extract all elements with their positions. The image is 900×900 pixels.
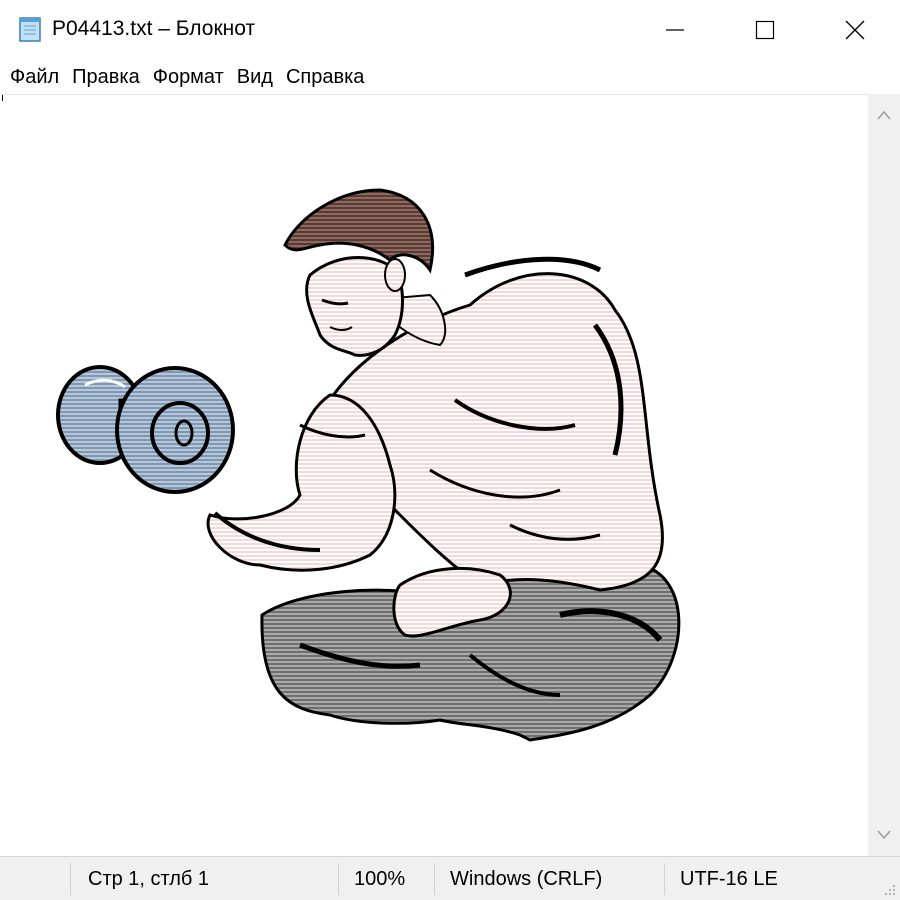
status-encoding: UTF-16 LE bbox=[680, 868, 778, 890]
close-icon bbox=[845, 20, 865, 40]
maximize-icon bbox=[755, 20, 775, 40]
flexed-arm bbox=[206, 393, 397, 572]
menu-format[interactable]: Формат bbox=[147, 62, 230, 92]
window-title: P04413.txt – Блокнот bbox=[52, 17, 256, 40]
chevron-down-icon bbox=[877, 830, 891, 840]
status-bar: Стр 1, стлб 1 100% Windows (CRLF) UTF-16… bbox=[0, 856, 900, 900]
status-cursor-position: Стр 1, стлб 1 bbox=[88, 868, 210, 890]
minimize-button[interactable] bbox=[630, 0, 720, 60]
menu-file[interactable]: Файл bbox=[4, 62, 65, 92]
resize-grip-icon[interactable] bbox=[882, 882, 896, 896]
minimize-icon bbox=[666, 29, 684, 31]
close-button[interactable] bbox=[810, 0, 900, 60]
status-line-endings: Windows (CRLF) bbox=[450, 868, 603, 890]
menu-view[interactable]: Вид bbox=[231, 62, 279, 92]
chevron-up-icon bbox=[877, 110, 891, 120]
dumbbell-shape bbox=[56, 365, 235, 494]
bodybuilder-illustration bbox=[56, 188, 681, 742]
title-bar: P04413.txt – Блокнот bbox=[0, 0, 900, 60]
vertical-scrollbar[interactable] bbox=[868, 94, 900, 856]
scroll-up-button[interactable] bbox=[868, 100, 900, 130]
menu-help[interactable]: Справка bbox=[280, 62, 370, 92]
text-editor-area[interactable] bbox=[0, 94, 868, 856]
menu-bar: Файл Правка Формат Вид Справка bbox=[0, 60, 900, 94]
menu-edit[interactable]: Правка bbox=[66, 62, 146, 92]
status-zoom: 100% bbox=[354, 868, 406, 890]
status-separator bbox=[70, 863, 71, 895]
scroll-down-button[interactable] bbox=[868, 820, 900, 850]
notepad-icon bbox=[16, 15, 44, 43]
maximize-button[interactable] bbox=[720, 0, 810, 60]
